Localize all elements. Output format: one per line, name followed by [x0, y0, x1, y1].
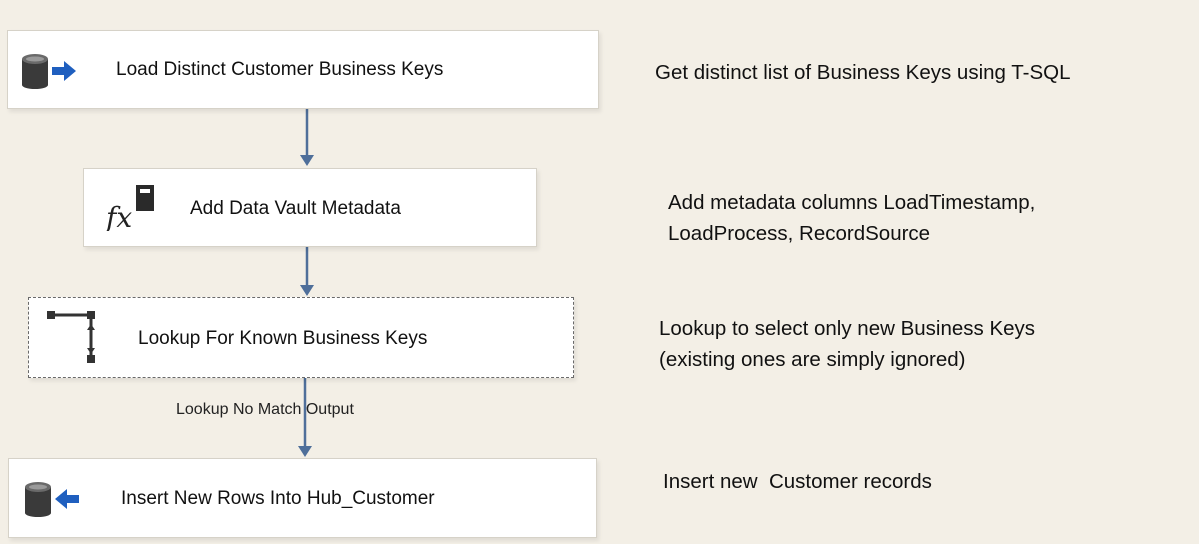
database-destination-icon [23, 481, 83, 522]
task-lookup-for-known-business-keys[interactable]: Lookup For Known Business Keys [28, 297, 574, 378]
note-line: LoadProcess, RecordSource [668, 222, 931, 245]
data-flow-canvas: Load Distinct Customer Business Keys fx … [0, 0, 1199, 544]
task-load-distinct-customer-business-keys[interactable]: Load Distinct Customer Business Keys [7, 30, 599, 109]
database-source-icon [20, 53, 80, 94]
annotation-note-3: Lookup to select only new Business Keys … [659, 313, 1035, 375]
svg-text:fx: fx [104, 201, 132, 231]
annotation-note-4: Insert new Customer records [663, 466, 932, 497]
annotation-note-2: Add metadata columns LoadTimestamp, Load… [668, 187, 1035, 249]
task-label: Load Distinct Customer Business Keys [116, 59, 444, 80]
connector-2-arrowhead [300, 285, 314, 296]
note-line: Add metadata columns LoadTimestamp, [668, 191, 1036, 214]
task-label: Add Data Vault Metadata [190, 198, 401, 219]
task-add-data-vault-metadata[interactable]: fx Add Data Vault Metadata [83, 168, 537, 247]
task-label: Insert New Rows Into Hub_Customer [121, 488, 435, 509]
note-line: Lookup to select only new Business Keys [659, 317, 1036, 340]
connector-3-arrowhead [298, 446, 312, 457]
task-label: Lookup For Known Business Keys [138, 328, 428, 349]
lookup-icon [47, 310, 103, 371]
note-line: Insert new Customer records [663, 470, 932, 493]
derived-column-fx-icon: fx [102, 185, 158, 236]
note-line: (existing ones are simply ignored) [659, 348, 966, 371]
note-line: Get distinct list of Business Keys using… [655, 61, 1071, 84]
connector-label-no-match: Lookup No Match Output [176, 401, 354, 418]
task-insert-new-rows-into-hub-customer[interactable]: Insert New Rows Into Hub_Customer [8, 458, 597, 538]
connector-1-arrowhead [300, 155, 314, 166]
annotation-note-1: Get distinct list of Business Keys using… [655, 57, 1071, 88]
